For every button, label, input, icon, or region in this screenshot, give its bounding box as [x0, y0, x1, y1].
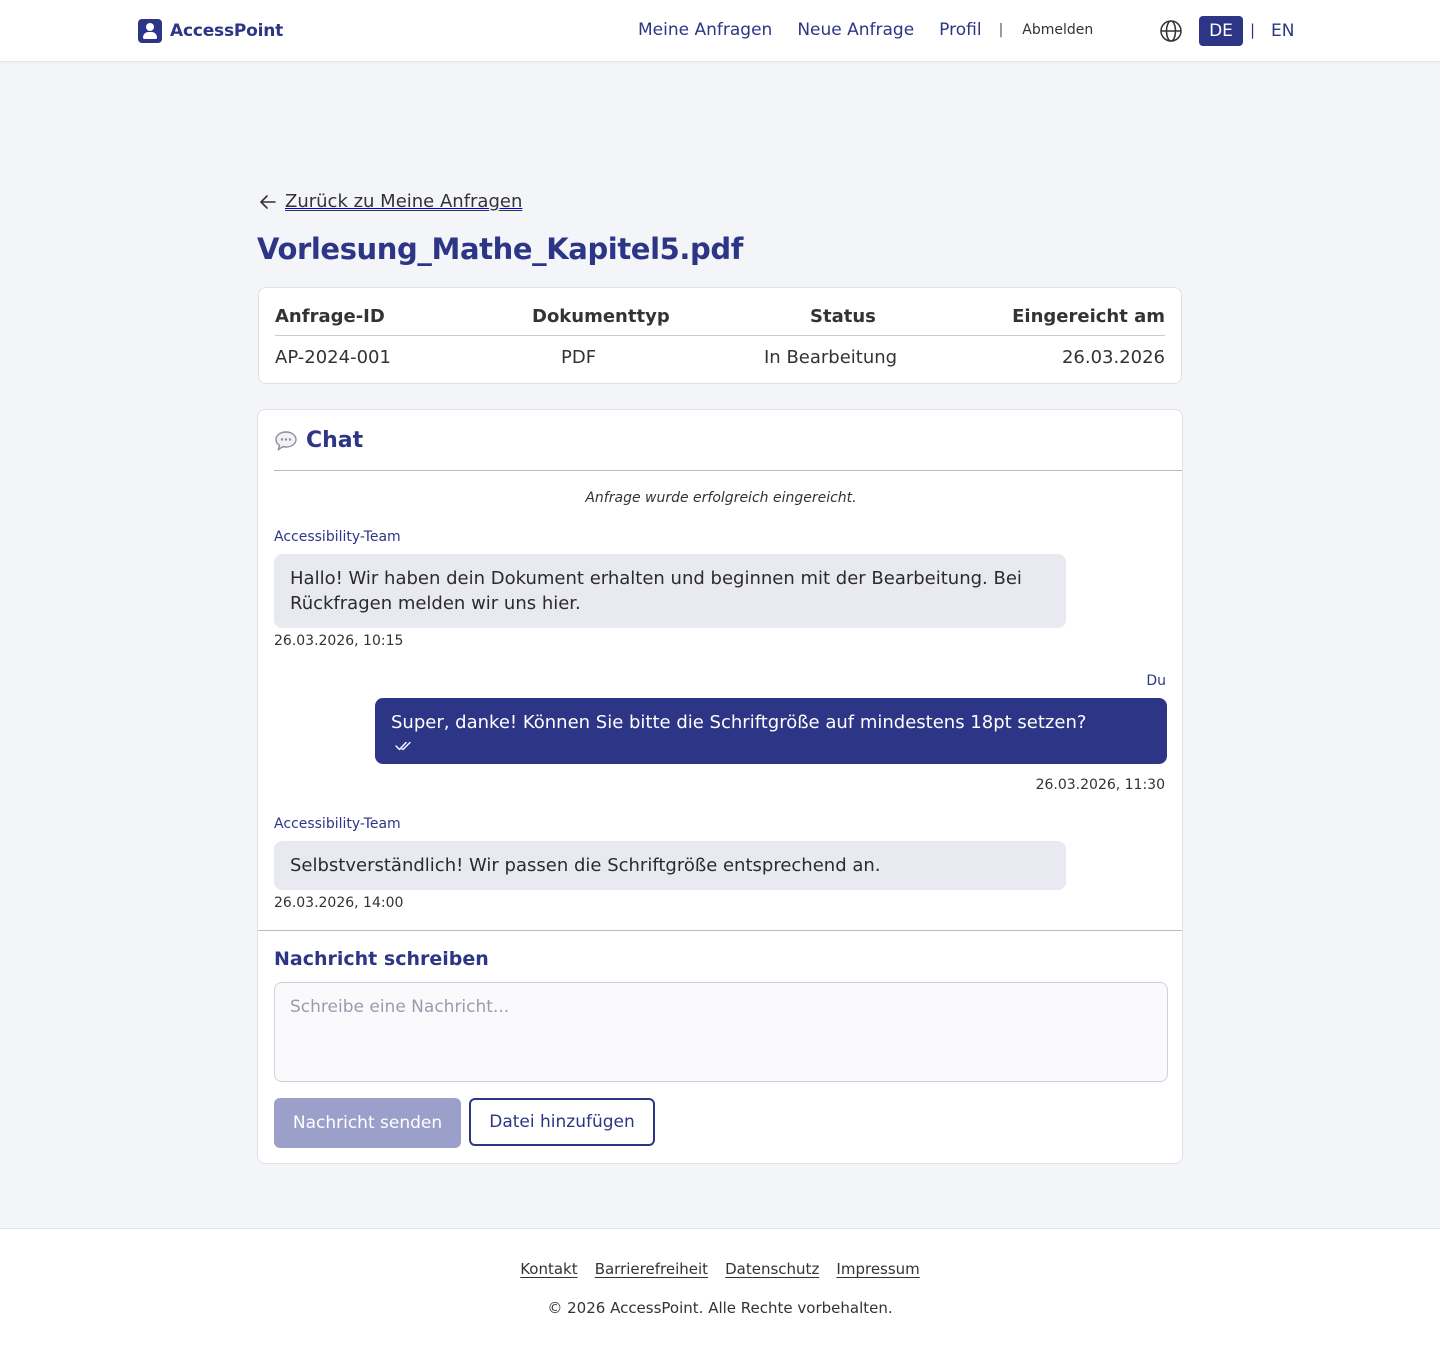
status-value: In Bearbeitung: [764, 347, 898, 368]
chat-panel: Chat Anfrage wurde erfolgreich eingereic…: [257, 409, 1183, 1164]
double-check-icon: [395, 741, 411, 751]
nav-profile[interactable]: Profil: [939, 20, 981, 40]
header-status: Status: [810, 306, 876, 327]
main-nav: Meine Anfragen Neue Anfrage Profil | Abm…: [638, 20, 1118, 40]
language-en-button[interactable]: EN: [1271, 21, 1294, 41]
message-bubble-incoming: Hallo! Wir haben dein Dokument erhalten …: [274, 554, 1066, 628]
message-bubble-outgoing: Super, danke! Können Sie bitte die Schri…: [375, 698, 1167, 764]
top-navigation-bar: AccessPoint Meine Anfragen Neue Anfrage …: [0, 0, 1440, 62]
nav-new-request[interactable]: Neue Anfrage: [797, 20, 914, 40]
chat-header: Chat: [274, 428, 363, 453]
chat-title: Chat: [306, 428, 364, 453]
user-badge-icon: [138, 19, 162, 43]
nav-my-requests[interactable]: Meine Anfragen: [638, 20, 772, 40]
brand-logo[interactable]: AccessPoint: [138, 19, 283, 43]
logout-link[interactable]: Abmelden: [1022, 22, 1093, 38]
request-id-value: AP-2024-001: [275, 347, 391, 368]
language-de-button[interactable]: DE: [1199, 16, 1243, 46]
submitted-on-value: 26.03.2026: [1061, 347, 1165, 368]
page-title: Vorlesung_Mathe_Kapitel5.pdf: [257, 232, 743, 266]
table-divider: [275, 335, 1165, 336]
nav-separator: |: [998, 22, 1004, 38]
copyright: © 2026 AccessPoint. Alle Rechte vorbehal…: [547, 1299, 893, 1317]
message-input[interactable]: [274, 982, 1168, 1082]
send-message-button[interactable]: Nachricht senden: [274, 1098, 461, 1148]
speech-bubble-icon: [275, 430, 297, 451]
compose-title: Nachricht schreiben: [274, 948, 489, 970]
footer-link-imprint[interactable]: Impressum: [836, 1260, 919, 1278]
request-info-table: Anfrage-ID Dokumenttyp Status Eingereich…: [258, 287, 1182, 384]
brand-name: AccessPoint: [170, 21, 284, 41]
header-submitted-on: Eingereicht am: [1012, 306, 1165, 327]
document-type-value: PDF: [561, 347, 597, 368]
message-text: Super, danke! Können Sie bitte die Schri…: [391, 712, 1087, 733]
message-sender: Accessibility-Team: [274, 816, 401, 832]
language-separator: |: [1250, 21, 1256, 39]
message-bubble-incoming: Selbstverständlich! Wir passen die Schri…: [274, 841, 1066, 890]
message-timestamp: 26.03.2026, 14:00: [274, 895, 404, 911]
globe-icon[interactable]: [1159, 19, 1183, 43]
footer-links: Kontakt Barrierefreiheit Datenschutz Imp…: [0, 1259, 1440, 1278]
chat-divider: [274, 470, 1182, 471]
footer-link-privacy[interactable]: Datenschutz: [725, 1260, 819, 1278]
message-sender: Du: [1146, 673, 1166, 689]
header-document-type: Dokumenttyp: [532, 306, 670, 327]
arrow-left-icon: [260, 194, 276, 209]
add-file-button[interactable]: Datei hinzufügen: [469, 1098, 655, 1146]
header-request-id: Anfrage-ID: [275, 306, 385, 327]
footer-link-contact[interactable]: Kontakt: [520, 1260, 577, 1278]
system-message: Anfrage wurde erfolgreich eingereicht.: [585, 490, 857, 506]
page-footer: Kontakt Barrierefreiheit Datenschutz Imp…: [0, 1228, 1440, 1348]
message-sender: Accessibility-Team: [274, 529, 401, 545]
compose-divider: [258, 930, 1182, 931]
footer-link-accessibility[interactable]: Barrierefreiheit: [595, 1260, 708, 1278]
message-timestamp: 26.03.2026, 11:30: [1035, 777, 1165, 793]
message-timestamp: 26.03.2026, 10:15: [274, 633, 404, 649]
back-link-label: Zurück zu Meine Anfragen: [285, 191, 523, 212]
back-link[interactable]: Zurück zu Meine Anfragen: [258, 191, 522, 212]
